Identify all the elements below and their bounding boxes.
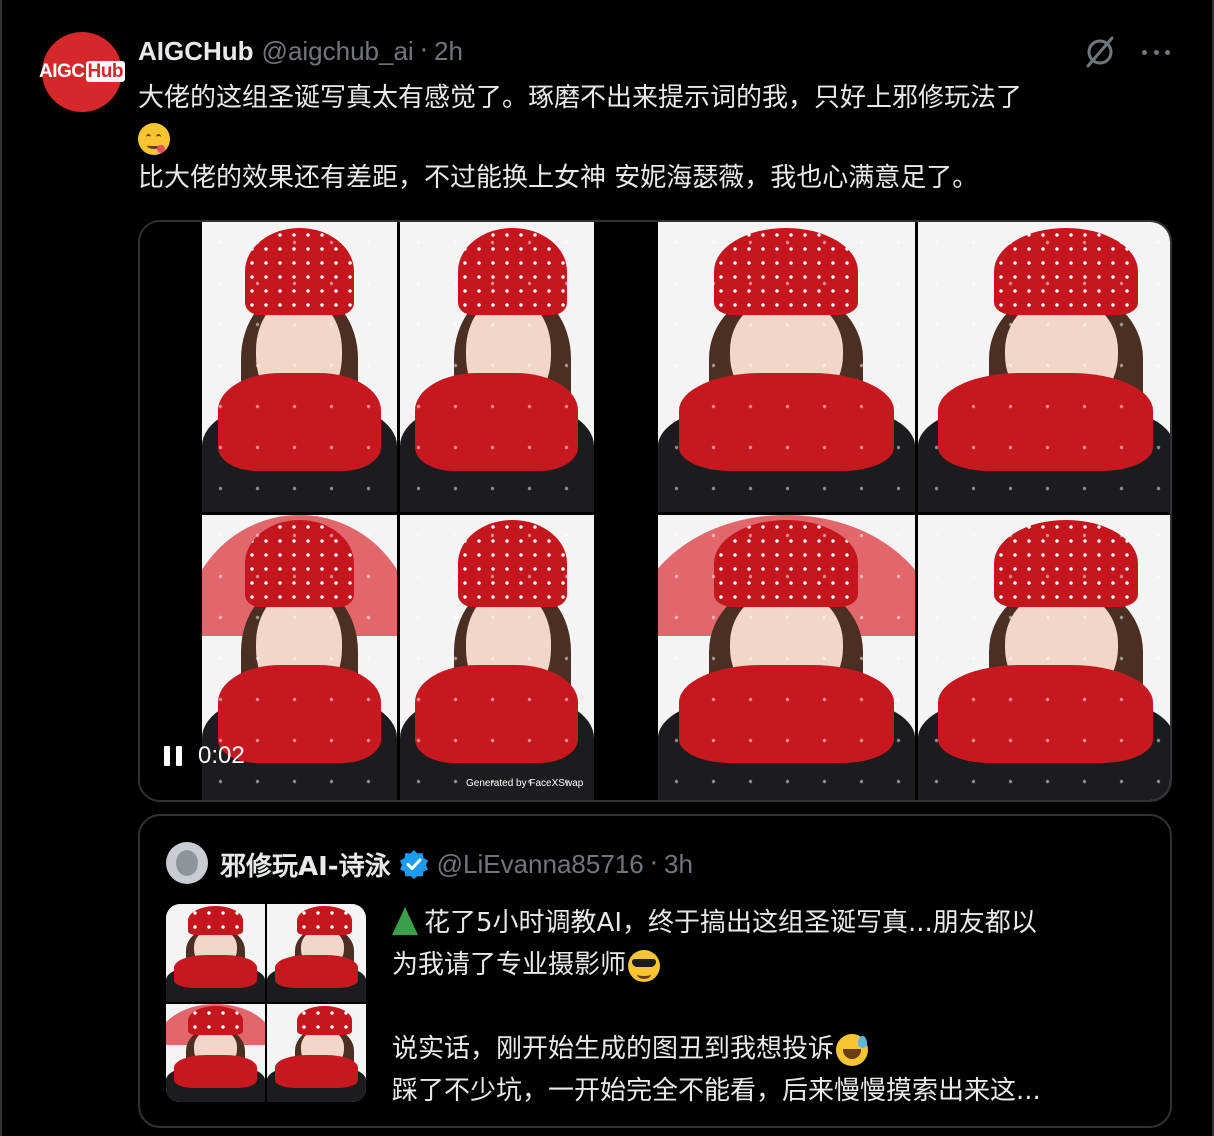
post-text-line-1: 大佬的这组圣诞写真太有感觉了。琢磨不出来提示词的我，只好上邪修玩法了 bbox=[138, 83, 1023, 113]
quoted-author-display-name[interactable]: 邪修玩AI-诗泳 bbox=[220, 846, 391, 883]
quoted-text-line-2: 为我请了专业摄影师 bbox=[392, 944, 1162, 986]
quoted-text-line-1: 花了5小时调教AI，终于搞出这组圣诞写真...朋友都以 bbox=[392, 902, 1162, 944]
quoted-text-line-4: 说实话，刚开始生成的图丑到我想投诉 bbox=[392, 1028, 1162, 1070]
video-player[interactable] bbox=[140, 222, 654, 800]
author-display-name[interactable]: AIGCHub bbox=[138, 36, 254, 67]
video-frame-grid bbox=[202, 222, 594, 800]
image-photo-1 bbox=[658, 222, 915, 512]
quoted-media-thumbnail[interactable] bbox=[166, 904, 366, 1102]
quoted-text-line-5: 踩了不少坑，一开始完全不能看，后来慢慢摸索出来这... bbox=[392, 1076, 1041, 1106]
quoted-author-avatar[interactable] bbox=[166, 842, 208, 884]
frame-border-left bbox=[0, 0, 2, 1136]
thumb-photo-4 bbox=[267, 1004, 366, 1102]
quoted-post-text: 花了5小时调教AI，终于搞出这组圣诞写真...朋友都以 为我请了专业摄影师 说实… bbox=[392, 902, 1162, 1112]
grinning-sweat-emoji bbox=[836, 1033, 869, 1066]
image-attachment[interactable] bbox=[658, 222, 1170, 800]
image-photo-grid bbox=[658, 222, 1170, 800]
thumb-photo-2 bbox=[267, 904, 366, 1002]
verified-badge-icon bbox=[399, 850, 428, 879]
quoted-author-handle[interactable]: @LiEvanna85716 bbox=[437, 849, 644, 880]
image-photo-3 bbox=[658, 514, 915, 800]
face-savoring-food-emoji bbox=[138, 122, 170, 155]
image-photo-4 bbox=[917, 514, 1170, 800]
pause-icon[interactable] bbox=[164, 746, 182, 766]
thumb-photo-3 bbox=[166, 1004, 265, 1102]
post-text: 大佬的这组圣诞写真太有感觉了。琢磨不出来提示词的我，只好上邪修玩法了 比大佬的效… bbox=[138, 78, 1178, 198]
image-photo-2 bbox=[917, 222, 1170, 512]
post-timestamp[interactable]: 2h bbox=[434, 36, 463, 67]
video-watermark: Generated by FaceXSwap bbox=[466, 778, 584, 789]
post-text-line-3: 比大佬的效果还有差距，不过能换上女神 安妮海瑟薇，我也心满意足了。 bbox=[138, 163, 979, 193]
header-separator: · bbox=[419, 36, 428, 66]
quoted-post-header: 邪修玩AI-诗泳 @LiEvanna85716 · 3h bbox=[220, 844, 693, 884]
grok-slash-icon[interactable] bbox=[1082, 34, 1118, 70]
quoted-post[interactable]: 邪修玩AI-诗泳 @LiEvanna85716 · 3h 花了5小时调教AI，终… bbox=[138, 814, 1172, 1128]
sunglasses-face-emoji bbox=[628, 949, 661, 982]
quoted-header-separator: · bbox=[649, 849, 658, 879]
thumb-photo-1 bbox=[166, 904, 265, 1002]
quoted-post-timestamp[interactable]: 3h bbox=[664, 849, 693, 880]
post-header: AIGCHub @aigchub_ai · 2h bbox=[138, 34, 463, 68]
video-time: 0:02 bbox=[198, 742, 245, 769]
christmas-tree-emoji bbox=[392, 906, 418, 935]
aigchub-logo: AIGC Hub bbox=[39, 61, 125, 82]
video-photo-1 bbox=[202, 222, 397, 512]
post-text-line-2 bbox=[138, 118, 1178, 158]
more-options-icon[interactable] bbox=[1138, 40, 1174, 64]
video-photo-2 bbox=[399, 222, 594, 512]
author-handle[interactable]: @aigchub_ai bbox=[262, 36, 414, 67]
video-controls: 0:02 bbox=[164, 736, 245, 776]
video-photo-4 bbox=[399, 514, 594, 800]
tweet-view: AIGC Hub AIGCHub @aigchub_ai · 2h 大佬的这组圣诞… bbox=[0, 0, 1214, 1136]
media-container bbox=[138, 220, 1172, 802]
author-avatar[interactable]: AIGC Hub bbox=[39, 32, 125, 112]
quoted-text-blank-line bbox=[392, 986, 1162, 1028]
